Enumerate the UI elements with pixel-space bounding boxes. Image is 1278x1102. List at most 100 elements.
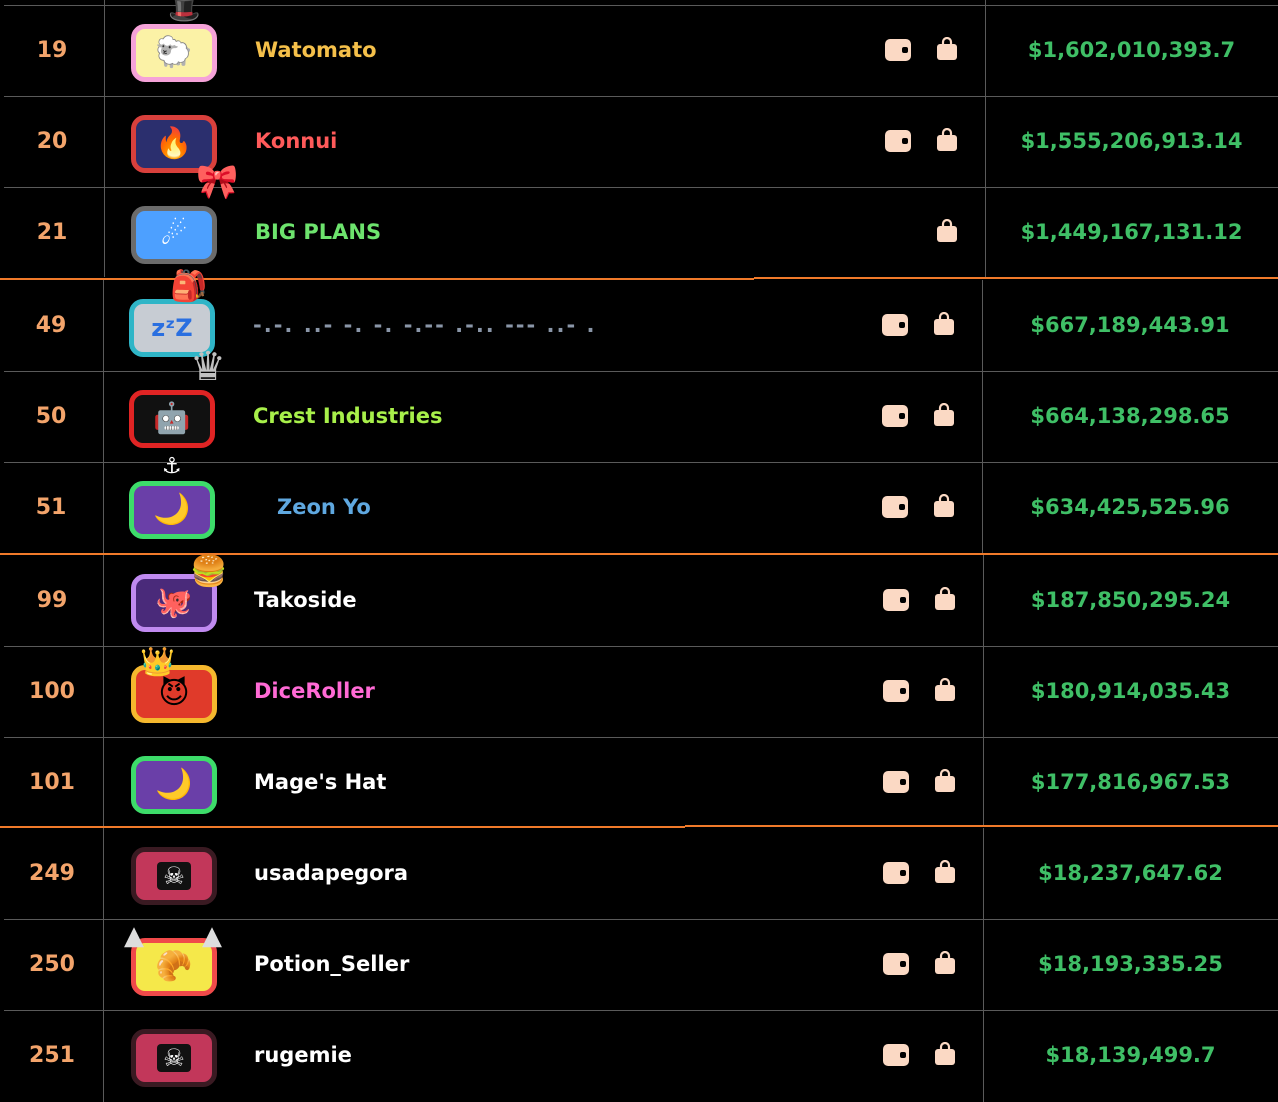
skull-crossbones-icon: ☠	[157, 1044, 191, 1072]
shopping-bag-icon[interactable]	[935, 37, 959, 61]
shopping-bag-icon[interactable]	[933, 769, 957, 793]
wallet-icon[interactable]	[883, 953, 909, 975]
wallet-icon[interactable]	[882, 314, 908, 336]
username[interactable]: Takoside	[254, 555, 357, 646]
money-value: $1,602,010,393.7	[1027, 38, 1236, 62]
cat-ears-icon: ▲	[202, 921, 222, 951]
username[interactable]: BIG PLANS	[255, 187, 381, 278]
table-row[interactable]: 251 ☠ rugemie $18,139,499.7	[0, 1010, 1278, 1101]
shopping-bag-icon[interactable]	[933, 860, 957, 884]
username[interactable]: Crest Industries	[253, 371, 442, 462]
wallet-icon[interactable]	[883, 862, 909, 884]
money-value: $1,449,167,131.12	[1020, 220, 1243, 244]
money-value: $634,425,525.96	[1030, 495, 1230, 519]
crown-icon: ♛	[190, 344, 226, 390]
money-value: $18,193,335.25	[1038, 952, 1223, 976]
croissant-icon: 🥐	[155, 949, 193, 984]
devil-icon: 😈	[158, 676, 190, 711]
shopping-bag-icon[interactable]	[935, 128, 959, 152]
shopping-bag-icon[interactable]	[933, 678, 957, 702]
table-row[interactable]: 100 😈 👑 DiceRoller $180,914,035.43	[0, 646, 1278, 737]
username[interactable]: Potion_Seller	[254, 919, 409, 1010]
shopping-bag-icon[interactable]	[932, 403, 956, 427]
money-value: $18,139,499.7	[1045, 1043, 1216, 1067]
wallet-icon[interactable]	[883, 1044, 909, 1066]
skull-crossbones-icon: ☠	[157, 862, 191, 890]
money-value: $1,555,206,913.14	[1020, 129, 1243, 153]
money-value: $18,237,647.62	[1038, 861, 1223, 885]
rank: 20	[36, 129, 68, 154]
rank: 49	[35, 313, 67, 338]
avatar[interactable]: ☠	[131, 1029, 217, 1087]
rank: 101	[29, 770, 75, 795]
octopus-icon: 🐙	[155, 585, 193, 620]
group-separator	[685, 825, 1278, 827]
table-row[interactable]: 50 🤖 ♛ Crest Industries $664,138,298.65	[0, 347, 1278, 462]
wallet-icon[interactable]	[883, 680, 909, 702]
username[interactable]: Zeon Yo	[277, 462, 371, 553]
ribbon-bow-icon: 🎀	[196, 162, 239, 202]
username[interactable]: rugemie	[254, 1010, 352, 1101]
rank: 99	[36, 588, 68, 613]
shopping-bag-icon[interactable]	[932, 312, 956, 336]
rank: 21	[36, 220, 68, 245]
shopping-bag-icon[interactable]	[933, 1042, 957, 1066]
money-value: $177,816,967.53	[1030, 770, 1231, 794]
shopping-bag-icon[interactable]	[933, 951, 957, 975]
table-row[interactable]: 99 🐙 🍔 Takoside $187,850,295.24	[0, 555, 1278, 646]
avatar[interactable]: ☄	[131, 206, 217, 264]
username[interactable]: -.-. ..- -. -. -.-- .-.. --- ..- .	[253, 280, 597, 371]
table-row[interactable]: 21 ☄ 🎀 BIG PLANS $1,449,167,131.12	[0, 165, 1278, 278]
wallet-icon[interactable]	[885, 39, 911, 61]
rank: 50	[35, 404, 67, 429]
username[interactable]: Konnui	[255, 96, 337, 187]
moon-icon: 🌙	[153, 492, 191, 527]
avatar[interactable]: 🤖	[129, 390, 215, 448]
rank: 250	[29, 952, 75, 977]
table-row[interactable]: 19 🐑 🎩 Watomato $1,602,010,393.7	[0, 0, 1278, 96]
leaderboard: 19 🐑 🎩 Watomato $1,602,010,393.7 20 🔥 Ko…	[0, 0, 1278, 1102]
dark-crown-icon: 👑	[140, 645, 175, 678]
anchor-icon: ⚓	[162, 454, 182, 479]
money-value: $180,914,035.43	[1030, 679, 1231, 703]
robot-icon: 🤖	[153, 401, 191, 436]
avatar[interactable]: 🐑	[131, 24, 217, 82]
fire-icon: 🔥	[155, 126, 193, 161]
wallet-icon[interactable]	[882, 405, 908, 427]
comet-icon: ☄	[160, 217, 188, 252]
avatar[interactable]: 🌙	[129, 481, 215, 539]
table-row[interactable]: 101 🌙 Mage's Hat $177,816,967.53	[0, 737, 1278, 828]
rank: 251	[29, 1043, 75, 1068]
table-row[interactable]: 51 🌙 ⚓ Zeon Yo $634,425,525.96	[0, 456, 1278, 553]
shopping-bag-icon[interactable]	[932, 494, 956, 518]
avatar[interactable]: ☠	[131, 847, 217, 905]
table-row[interactable]: 250 🥐 ▲ ▲ Potion_Seller $18,193,335.25	[0, 919, 1278, 1010]
shopping-bag-icon[interactable]	[935, 219, 959, 243]
burger-bow-icon: 🍔	[190, 554, 228, 589]
wallet-icon[interactable]	[885, 130, 911, 152]
wallet-icon[interactable]	[883, 589, 909, 611]
username[interactable]: usadapegora	[254, 828, 408, 919]
wallet-icon[interactable]	[883, 771, 909, 793]
money-value: $667,189,443.91	[1030, 313, 1230, 337]
rank: 249	[29, 861, 75, 886]
rank: 100	[29, 679, 75, 704]
avatar[interactable]: 🌙	[131, 756, 217, 814]
rank: 51	[35, 495, 67, 520]
wallet-icon[interactable]	[882, 496, 908, 518]
username[interactable]: DiceRoller	[254, 646, 375, 737]
sleep-icon: zᶻZ	[151, 314, 193, 342]
witch-hat-icon: 🎩	[168, 0, 201, 25]
sheep-icon: 🐑	[155, 35, 193, 70]
cat-ears-icon: ▲	[124, 921, 144, 951]
rank: 19	[36, 38, 68, 63]
username[interactable]: Watomato	[255, 5, 377, 96]
money-value: $187,850,295.24	[1030, 588, 1231, 612]
sack-hat-icon: 🎒	[170, 269, 208, 304]
shopping-bag-icon[interactable]	[933, 587, 957, 611]
money-value: $664,138,298.65	[1030, 404, 1230, 428]
username[interactable]: Mage's Hat	[254, 737, 386, 828]
group-separator	[754, 277, 1278, 279]
table-row[interactable]: 20 🔥 Konnui $1,555,206,913.14	[0, 96, 1278, 187]
table-row[interactable]: 249 ☠ usadapegora $18,237,647.62	[0, 828, 1278, 919]
